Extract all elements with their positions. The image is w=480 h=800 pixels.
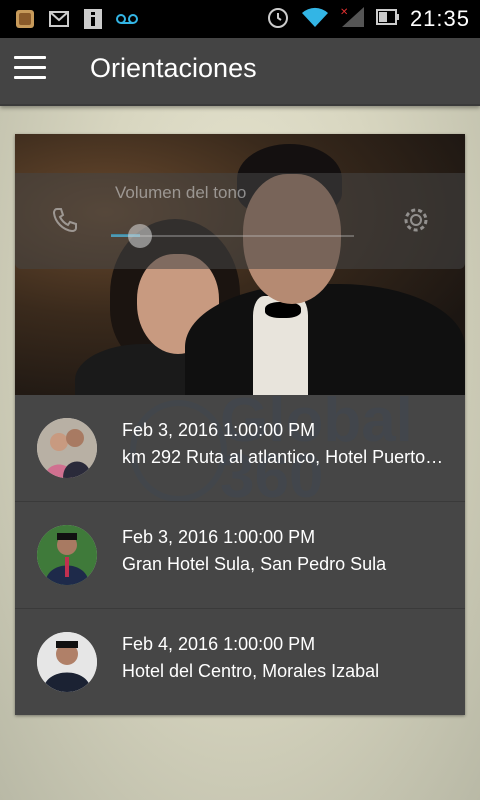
list-item[interactable]: Feb 3, 2016 1:00:00 PM km 292 Ruta al at… — [15, 395, 465, 502]
avatar — [37, 418, 97, 478]
event-date: Feb 3, 2016 1:00:00 PM — [122, 420, 316, 440]
alarm-icon — [266, 5, 290, 34]
volume-overlay: Volumen del tono — [15, 173, 465, 269]
event-date: Feb 4, 2016 1:00:00 PM — [122, 634, 316, 654]
voicemail-icon — [116, 8, 138, 30]
events-card: Volumen del tono Global 360 Feb 3, 2016 … — [15, 134, 465, 715]
event-location: Hotel del Centro, Morales Izabal — [122, 661, 380, 681]
phone-icon — [51, 206, 79, 239]
event-date: Feb 3, 2016 1:00:00 PM — [122, 527, 316, 547]
battery-icon — [375, 7, 400, 32]
signal-icon: ✕ — [340, 6, 366, 33]
info-icon — [82, 8, 104, 30]
hamburger-menu-icon[interactable] — [14, 56, 46, 84]
list-item[interactable]: Feb 3, 2016 1:00:00 PM Gran Hotel Sula, … — [15, 502, 465, 609]
gear-icon[interactable] — [403, 207, 429, 238]
events-list: Feb 3, 2016 1:00:00 PM km 292 Ruta al at… — [15, 395, 465, 715]
event-location: km 292 Ruta al atlantico, Hotel Puerto … — [122, 447, 447, 467]
wifi-icon — [300, 6, 330, 33]
clock: 21:35 — [409, 6, 470, 31]
event-location: Gran Hotel Sula, San Pedro Sula — [122, 554, 387, 574]
app-bar: Orientaciones — [0, 38, 480, 106]
gmail-icon — [48, 8, 70, 30]
svg-text:✕: ✕ — [340, 7, 348, 18]
list-item[interactable]: Feb 4, 2016 1:00:00 PM Hotel del Centro,… — [15, 609, 465, 715]
avatar — [37, 632, 97, 692]
page-title: Orientaciones — [90, 53, 257, 83]
avatar — [37, 525, 97, 585]
status-bar: ✕ 21:35 — [0, 0, 480, 38]
gallery-icon — [14, 8, 36, 30]
volume-thumb[interactable] — [128, 224, 153, 248]
volume-label: Volumen del tono — [115, 183, 247, 202]
hero-photo: Volumen del tono — [15, 134, 465, 395]
